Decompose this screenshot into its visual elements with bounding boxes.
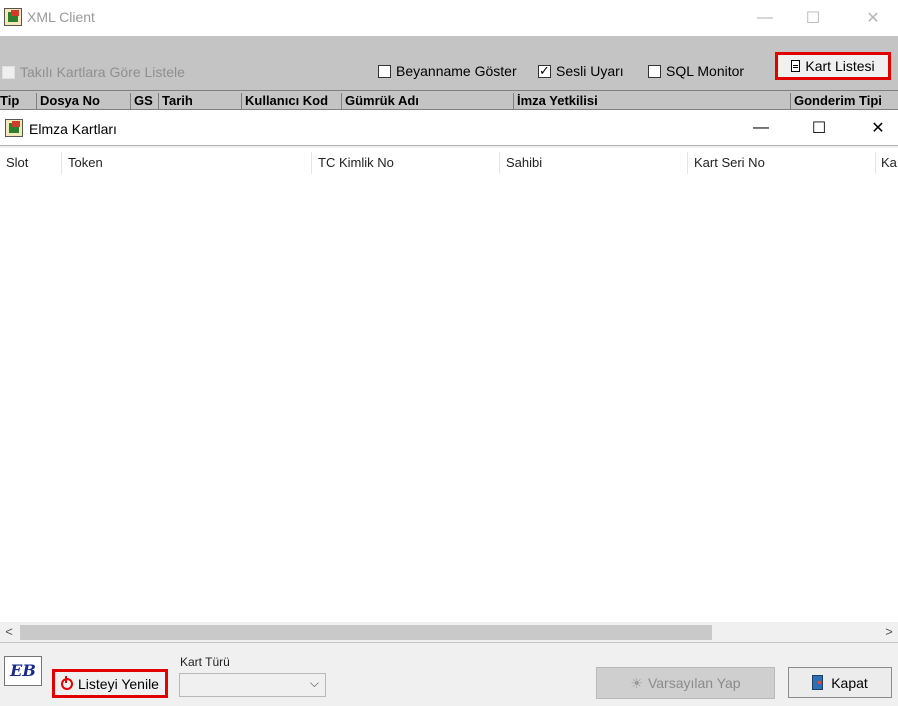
outer-col-tip[interactable]: Tip: [0, 93, 19, 109]
scroll-right-arrow-icon[interactable]: >: [880, 624, 898, 639]
eb-logo: EB: [4, 656, 42, 686]
column-divider[interactable]: [499, 152, 500, 174]
beyanname-goster-checkbox[interactable]: [378, 64, 391, 78]
card-list-view[interactable]: Slot Token TC Kimlik No Sahibi Kart Seri…: [0, 148, 898, 622]
column-divider[interactable]: [311, 152, 312, 174]
sesli-uyari-checkbox[interactable]: [538, 63, 551, 79]
kart-listesi-label: Kart Listesi: [805, 58, 875, 74]
chevron-down-icon[interactable]: ⌵: [310, 676, 319, 691]
inner-maximize-button[interactable]: ☐: [796, 112, 842, 144]
column-divider[interactable]: [61, 152, 62, 174]
refresh-icon: [61, 675, 74, 690]
inner-minimize-button[interactable]: —: [738, 112, 784, 144]
inner-window-title: Elmza Kartları: [29, 121, 117, 137]
exit-door-icon: [812, 675, 824, 690]
listeyi-yenile-button[interactable]: Listeyi Yenile: [52, 669, 168, 698]
varsayilan-yap-button[interactable]: ☀ Varsayılan Yap: [596, 667, 775, 699]
column-divider[interactable]: [687, 152, 688, 174]
outer-maximize-button[interactable]: ☐: [790, 2, 836, 34]
kart-turu-select[interactable]: ⌵: [179, 673, 326, 697]
kapat-button[interactable]: Kapat: [788, 667, 892, 698]
kapat-label: Kapat: [831, 674, 868, 691]
column-divider[interactable]: [875, 152, 876, 174]
kart-turu-label: Kart Türü: [180, 655, 230, 669]
outer-col-dosya-no[interactable]: Dosya No: [36, 93, 100, 109]
card-list-header: Slot Token TC Kimlik No Sahibi Kart Seri…: [0, 148, 898, 176]
outer-col-imza-yetkilisi[interactable]: İmza Yetkilisi: [513, 93, 598, 109]
col-kart-seri-no[interactable]: Kart Seri No: [694, 155, 765, 170]
document-icon: [791, 60, 801, 72]
takili-kartlara-checkbox-row[interactable]: Takılı Kartlara Göre Listele: [2, 64, 185, 80]
inner-title-bar: Elmza Kartları — ☐ ✕: [0, 110, 898, 146]
sql-monitor-checkbox-row[interactable]: SQL Monitor: [648, 63, 744, 79]
varsayilan-yap-label: Varsayılan Yap: [647, 675, 741, 691]
outer-window-title: XML Client: [27, 9, 95, 25]
outer-close-button[interactable]: ✕: [850, 2, 896, 34]
beyanname-goster-label: Beyanname Göster: [396, 63, 517, 79]
outer-col-kullanici-kod[interactable]: Kullanıcı Kod: [241, 93, 328, 109]
sesli-uyari-checkbox-row[interactable]: Sesli Uyarı: [538, 63, 624, 79]
horizontal-scrollbar[interactable]: < >: [0, 622, 898, 642]
listeyi-yenile-label: Listeyi Yenile: [78, 675, 159, 692]
elmza-kartlari-window: Elmza Kartları — ☐ ✕ Slot Token TC Kimli…: [0, 110, 898, 706]
col-kart-turu-partial[interactable]: Ka: [881, 155, 897, 170]
outer-toolbar: Takılı Kartlara Göre Listele Beyanname G…: [0, 36, 898, 90]
beyanname-goster-checkbox-row[interactable]: Beyanname Göster: [378, 63, 517, 79]
col-token[interactable]: Token: [68, 155, 103, 170]
scroll-left-arrow-icon[interactable]: <: [0, 624, 18, 639]
inner-close-button[interactable]: ✕: [855, 112, 898, 144]
outer-col-gonderim-tipi[interactable]: Gonderim Tipi: [790, 93, 882, 109]
sql-monitor-label: SQL Monitor: [666, 63, 745, 79]
elmza-app-icon: [5, 119, 23, 137]
takili-kartlara-checkbox[interactable]: [2, 65, 15, 79]
kart-listesi-button[interactable]: Kart Listesi: [775, 52, 891, 80]
outer-col-gs[interactable]: GS: [130, 93, 153, 109]
xml-client-app-icon: [4, 8, 22, 26]
outer-grid-header: Tip Dosya No GS Tarih Kullanıcı Kod Gümr…: [0, 90, 898, 110]
sql-monitor-checkbox[interactable]: [648, 64, 661, 78]
col-sahibi[interactable]: Sahibi: [506, 155, 542, 170]
sun-icon: ☀: [630, 674, 643, 691]
col-slot[interactable]: Slot: [6, 155, 28, 170]
outer-title-bar: XML Client — ☐ ✕: [0, 0, 898, 36]
horizontal-scrollbar-thumb[interactable]: [20, 625, 712, 640]
col-tc-kimlik-no[interactable]: TC Kimlik No: [318, 155, 394, 170]
outer-col-tarih[interactable]: Tarih: [158, 93, 193, 109]
sesli-uyari-label: Sesli Uyarı: [556, 63, 624, 79]
outer-col-gumruk-adi[interactable]: Gümrük Adı: [341, 93, 419, 109]
takili-kartlara-label: Takılı Kartlara Göre Listele: [20, 64, 185, 80]
outer-minimize-button[interactable]: —: [742, 2, 788, 34]
